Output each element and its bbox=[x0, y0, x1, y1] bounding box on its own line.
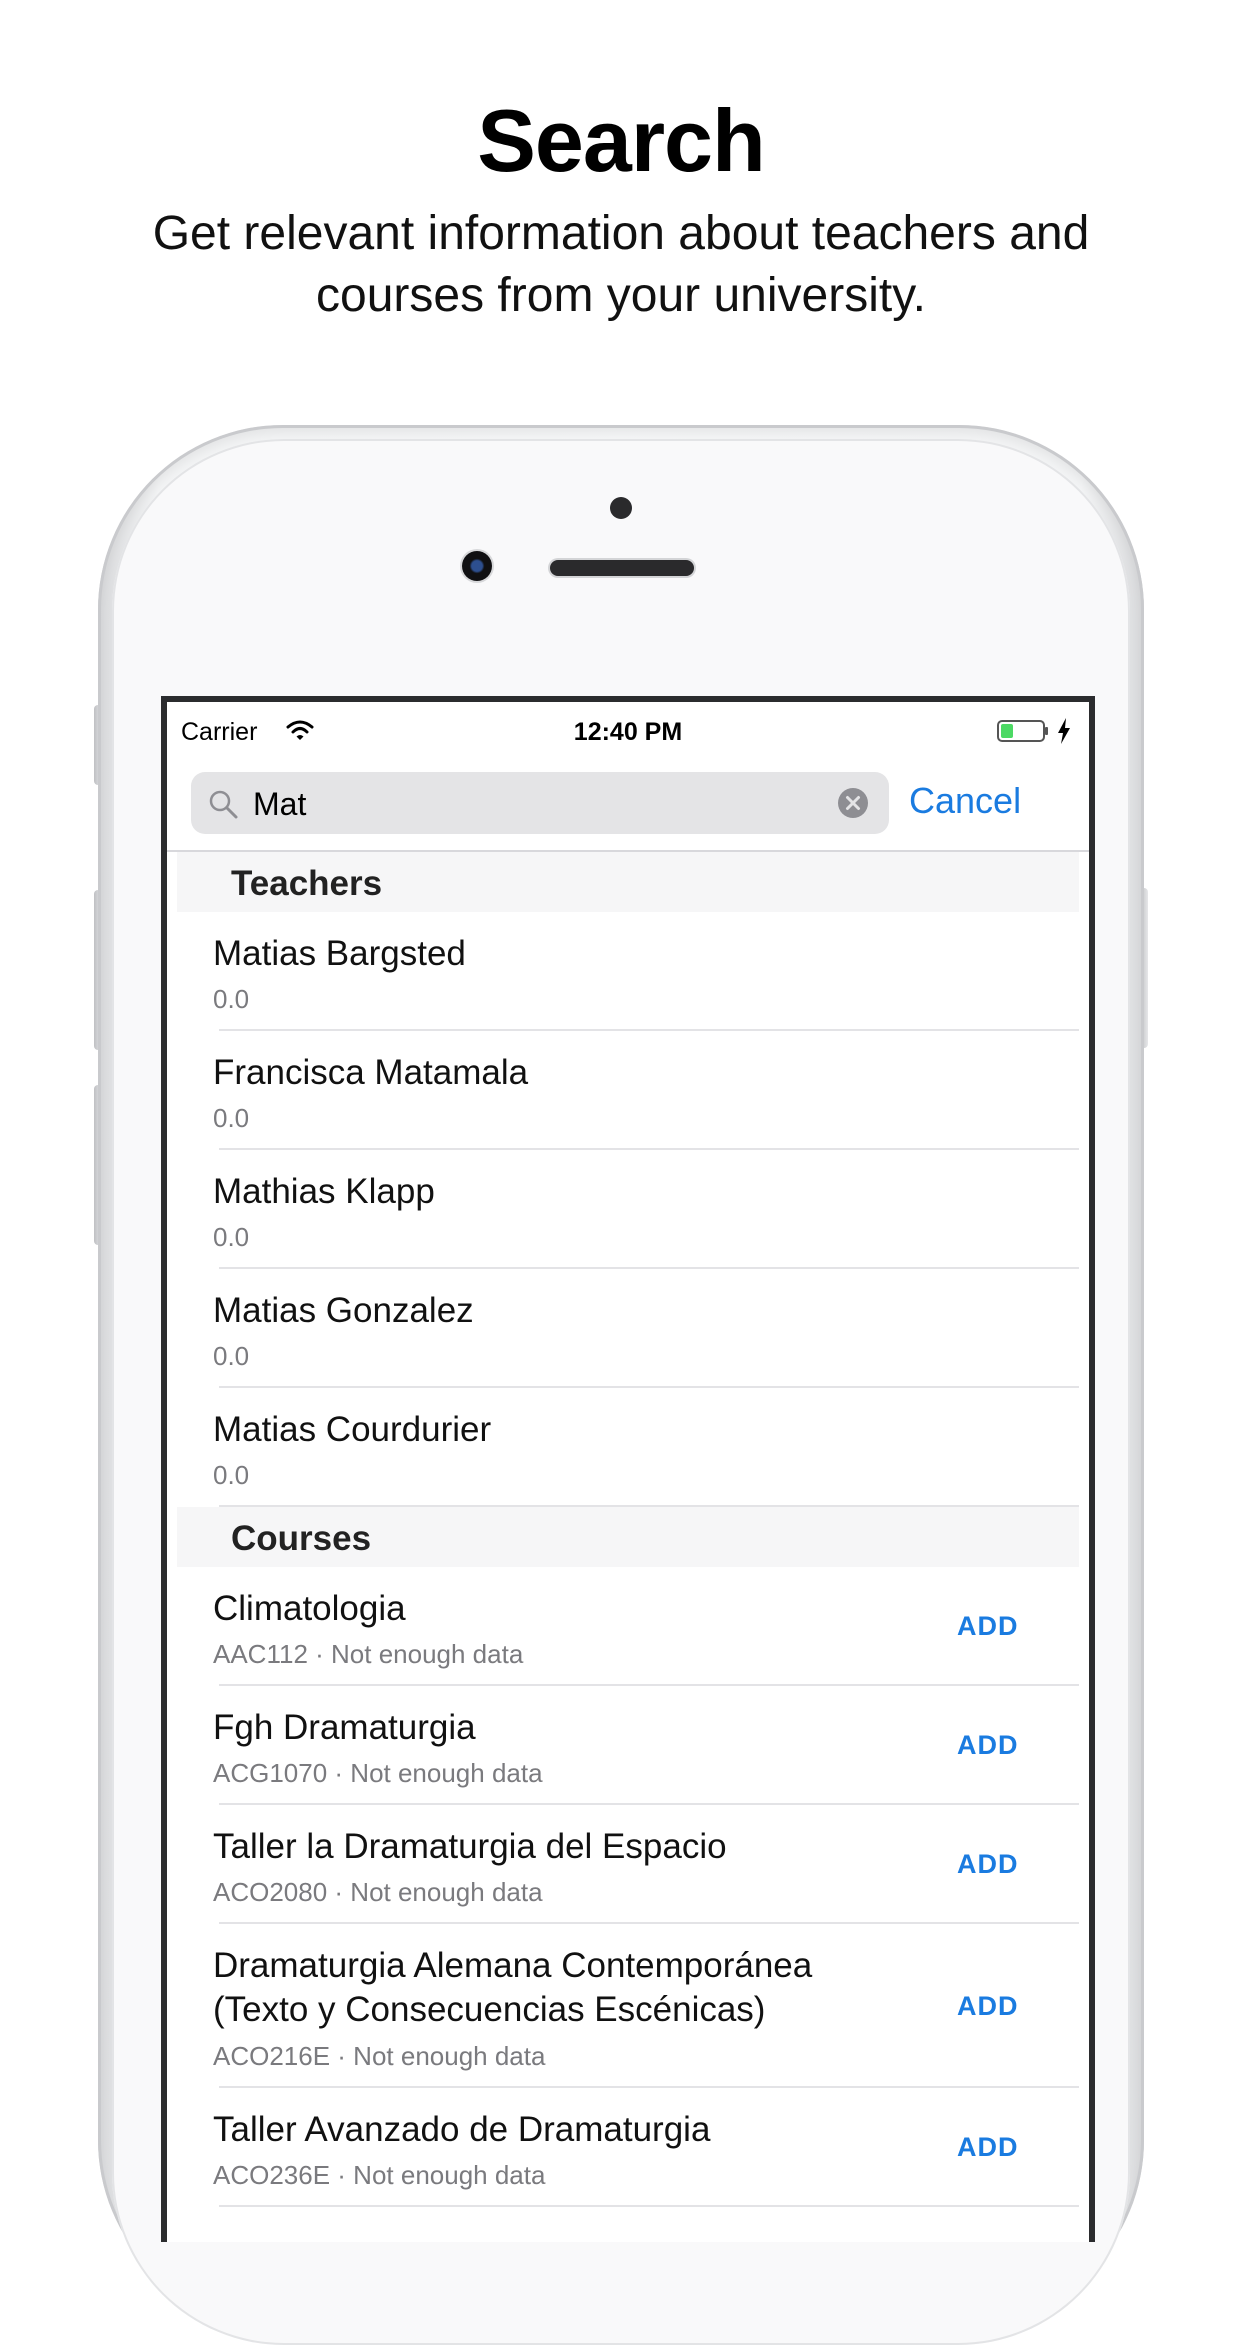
teacher-name: Matias Courdurier bbox=[213, 1410, 492, 1449]
teacher-rating: 0.0 bbox=[213, 984, 250, 1014]
course-detail: ACG1070 · Not enough data bbox=[213, 1758, 543, 1788]
course-name: Taller Avanzado de Dramaturgia bbox=[213, 2110, 711, 2149]
teacher-rating: 0.0 bbox=[213, 1460, 250, 1490]
course-name: Dramaturgia Alemana Contemporánea (Texto… bbox=[213, 1946, 813, 2029]
course-row[interactable]: Climatologia AAC112 · Not enough data AD… bbox=[167, 1567, 1089, 1686]
clear-search-icon[interactable] bbox=[837, 787, 869, 819]
search-input[interactable] bbox=[253, 784, 813, 824]
results-list: Teachers Matias Bargsted 0.0 Francisca M… bbox=[167, 852, 1089, 2207]
course-detail: ACO216E · Not enough data bbox=[213, 2041, 546, 2071]
teacher-name: Mathias Klapp bbox=[213, 1172, 435, 1211]
proximity-sensor bbox=[610, 497, 632, 519]
teacher-row[interactable]: Matias Gonzalez 0.0 bbox=[167, 1269, 1089, 1388]
search-bar: Cancel bbox=[167, 760, 1089, 852]
teacher-row[interactable]: Mathias Klapp 0.0 bbox=[167, 1150, 1089, 1269]
teacher-rating: 0.0 bbox=[213, 1103, 250, 1133]
teacher-row[interactable]: Francisca Matamala 0.0 bbox=[167, 1031, 1089, 1150]
add-course-button[interactable]: ADD bbox=[957, 1924, 1019, 2088]
search-icon bbox=[209, 790, 238, 819]
teacher-row[interactable]: Matias Courdurier 0.0 bbox=[167, 1388, 1089, 1507]
add-course-button[interactable]: ADD bbox=[957, 2088, 1019, 2207]
phone-screen: Carrier 12:40 PM Mat Cancel Teachers Mat… bbox=[161, 696, 1095, 2242]
charging-bolt-icon bbox=[1058, 718, 1070, 744]
course-row[interactable]: Taller Avanzado de Dramaturgia ACO236E ·… bbox=[167, 2088, 1089, 2207]
teacher-name: Francisca Matamala bbox=[213, 1053, 529, 1092]
course-row[interactable]: Taller la Dramaturgia del Espacio ACO208… bbox=[167, 1805, 1089, 1924]
teacher-name: Matias Bargsted bbox=[213, 934, 466, 973]
page-title: Search bbox=[477, 91, 766, 190]
teacher-rating: 0.0 bbox=[213, 1341, 250, 1371]
section-header-courses: Courses bbox=[177, 1507, 1079, 1567]
course-name: Fgh Dramaturgia bbox=[213, 1708, 476, 1747]
status-time: 12:40 PM bbox=[573, 718, 683, 746]
course-name: Taller la Dramaturgia del Espacio bbox=[213, 1827, 727, 1866]
teacher-row[interactable]: Matias Bargsted 0.0 bbox=[167, 912, 1089, 1031]
section-header-teachers: Teachers bbox=[177, 852, 1079, 912]
course-row[interactable]: Dramaturgia Alemana Contemporánea (Texto… bbox=[167, 1924, 1089, 2088]
front-camera-icon bbox=[462, 551, 492, 581]
course-detail: AAC112 · Not enough data bbox=[213, 1639, 524, 1669]
course-row[interactable]: Fgh Dramaturgia ACG1070 · Not enough dat… bbox=[167, 1686, 1089, 1805]
search-field[interactable] bbox=[191, 772, 889, 834]
course-name: Climatologia bbox=[213, 1589, 406, 1628]
battery-icon bbox=[997, 720, 1048, 742]
teacher-rating: 0.0 bbox=[213, 1222, 250, 1252]
page-subtitle: Get relevant information about teachers … bbox=[100, 203, 1142, 327]
status-bar: Carrier 12:40 PM bbox=[167, 702, 1089, 746]
cancel-button[interactable]: Cancel bbox=[909, 780, 1021, 822]
teacher-name: Matias Gonzalez bbox=[213, 1291, 474, 1330]
add-course-button[interactable]: ADD bbox=[957, 1567, 1019, 1686]
course-detail: ACO236E · Not enough data bbox=[213, 2160, 546, 2190]
course-detail: ACO2080 · Not enough data bbox=[213, 1877, 543, 1907]
add-course-button[interactable]: ADD bbox=[957, 1805, 1019, 1924]
earpiece-speaker bbox=[550, 560, 694, 576]
subtitle-line-2: courses from your university. bbox=[316, 269, 926, 322]
subtitle-line-1: Get relevant information about teachers … bbox=[152, 207, 1090, 260]
add-course-button[interactable]: ADD bbox=[957, 1686, 1019, 1805]
